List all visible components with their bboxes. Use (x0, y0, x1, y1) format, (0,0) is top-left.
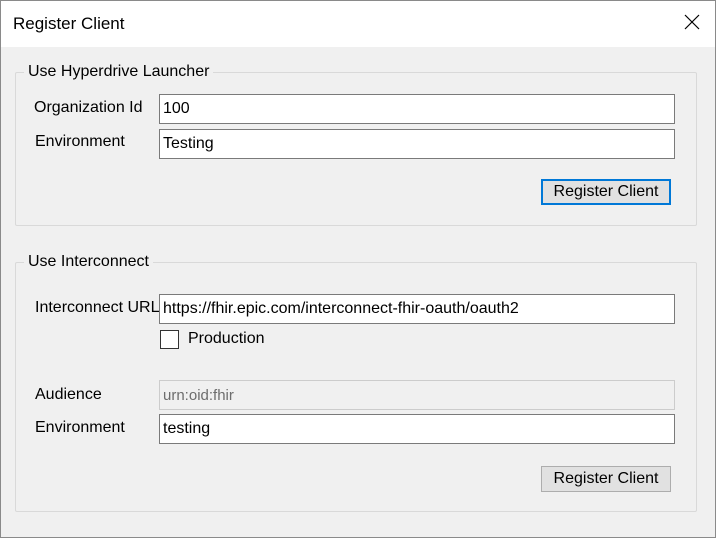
interconnect-url-label: Interconnect URL (35, 299, 160, 316)
close-button[interactable] (669, 1, 715, 47)
organization-id-input[interactable] (159, 94, 675, 124)
title-bar: Register Client (1, 1, 715, 47)
window-title: Register Client (13, 14, 125, 33)
close-icon (684, 14, 700, 35)
interconnect-register-client-button[interactable]: Register Client (541, 466, 671, 492)
hyperdrive-environment-input[interactable] (159, 129, 675, 159)
interconnect-url-input[interactable] (159, 294, 675, 324)
hyperdrive-launcher-legend: Use Hyperdrive Launcher (24, 62, 214, 82)
production-label: Production (188, 330, 265, 347)
hyperdrive-register-client-button[interactable]: Register Client (541, 179, 671, 205)
interconnect-environment-input[interactable] (159, 414, 675, 444)
register-client-dialog: Register Client Use Hyperdrive Launcher … (0, 0, 716, 538)
audience-input (159, 380, 675, 410)
organization-id-label: Organization Id (34, 99, 143, 116)
interconnect-environment-label: Environment (35, 419, 125, 436)
interconnect-legend: Use Interconnect (24, 252, 153, 272)
production-checkbox[interactable] (160, 330, 179, 349)
audience-label: Audience (35, 386, 102, 403)
hyperdrive-environment-label: Environment (35, 133, 125, 150)
